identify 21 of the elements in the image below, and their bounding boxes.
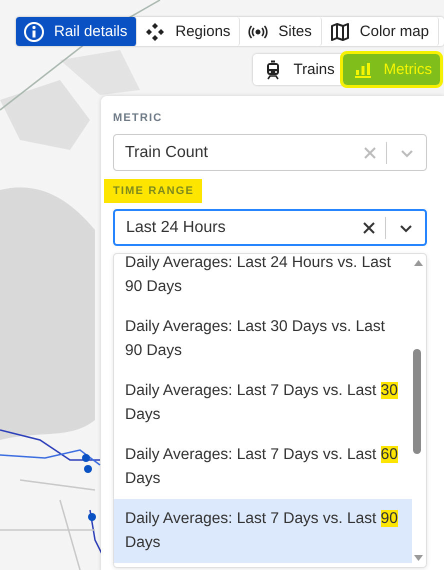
field-label: METRIC — [113, 111, 162, 126]
chevron-down-icon[interactable] — [399, 222, 413, 232]
clear-icon[interactable] — [363, 222, 375, 234]
select-field[interactable]: Last 24 Hours — [113, 209, 427, 246]
field-label: TIME RANGE — [104, 179, 202, 203]
dropdown-option[interactable]: Daily Averages: Last 30 Days vs. Last 90 Days — [114, 307, 412, 371]
scroll-down-icon[interactable] — [414, 555, 423, 561]
map-icon — [330, 22, 350, 42]
layer-button[interactable]: Trains — [252, 54, 343, 85]
scroll-up-icon[interactable] — [414, 260, 423, 266]
dropdown-option[interactable]: Daily Averages: Last 24 Hours vs. Last 90 Days — [114, 254, 412, 307]
toolbar-tab[interactable]: Color map — [322, 17, 439, 46]
toolbar-tab[interactable]: Regions — [137, 17, 240, 46]
dropdown-option[interactable]: Daily Averages: Last 7 Days vs. Last 90 Days — [114, 499, 412, 563]
dropdown-option[interactable]: Daily Averages: Last 7 Days vs. Last 30 Days — [114, 371, 412, 435]
scroll-thumb[interactable] — [413, 349, 421, 454]
four-diamonds-icon — [145, 22, 166, 42]
toolbar-tab[interactable]: Sites — [240, 17, 322, 46]
dropdown-option[interactable]: Daily Averages: Last 7 Days vs. Last 60 Days — [114, 435, 412, 499]
info-icon — [24, 22, 44, 42]
toolbar-tab[interactable]: Rail details — [16, 17, 138, 46]
